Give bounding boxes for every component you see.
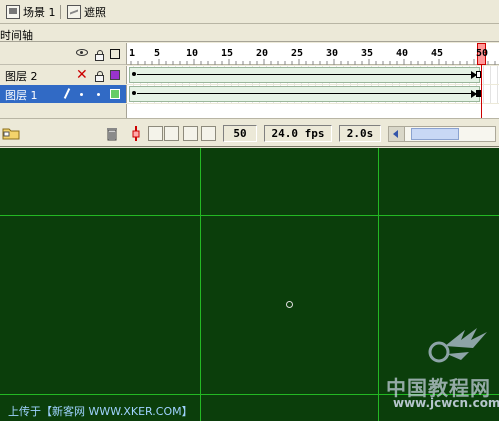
ruler-ticks [130,59,496,65]
lock-icon[interactable] [95,50,104,61]
keyframe-dot[interactable] [132,91,136,95]
layer-1-frames[interactable] [126,85,499,103]
timeline-title[interactable]: 时间轴 [0,27,33,43]
tab-symbol-mask[interactable]: 遮照 [67,4,106,20]
upload-credit: 上传于【新客网 WWW.XKER.COM】 [8,405,193,418]
ruler-label: 30 [326,48,339,59]
edit-multiple-frames-icon[interactable] [183,126,198,141]
ruler-label: 5 [154,48,161,59]
trash-icon[interactable] [105,126,120,141]
scene-icon [6,5,20,19]
scroll-thumb[interactable] [411,128,459,140]
guide-line-horizontal [0,215,499,216]
visibility-dot-icon[interactable] [80,93,83,96]
ruler-label: 45 [431,48,444,59]
layer-name[interactable]: 图层 1 [5,87,38,103]
guide-line-vertical [378,148,379,421]
ruler-label: 35 [361,48,374,59]
ruler-label: 40 [396,48,409,59]
registration-point-icon[interactable] [286,301,293,308]
timeline-scrollbar[interactable] [388,126,496,142]
add-layer-folder-icon[interactable] [2,126,20,141]
layer-list-empty [0,104,126,118]
photo-icon [67,5,81,19]
center-frame-icon[interactable] [130,126,145,141]
timeline-status-bar: 50 24.0 fps 2.0s [0,118,499,147]
outline-icon[interactable] [110,49,120,59]
tween-arrow-line [137,93,477,94]
frame-area-empty [126,104,499,118]
tab-separator [60,5,61,19]
keyframe-dot[interactable] [132,72,136,76]
frame-span [129,67,480,83]
watermark-url: www.jcwcn.com [393,396,499,410]
watermark-logo [428,328,487,363]
pencil-icon [63,88,71,99]
current-frame-display: 50 [223,125,257,142]
frame-rate-display[interactable]: 24.0 fps [264,125,332,142]
tab-scene-1[interactable]: 场景 1 [6,4,56,20]
tab-scene-label: 场景 1 [23,6,56,19]
layer-row-2[interactable]: 图层 2 ✕ [0,66,126,84]
stage-canvas[interactable]: 中国教程网 www.jcwcn.com 上传于【新客网 WWW.XKER.COM… [0,148,499,421]
guide-line-vertical [200,148,201,421]
ruler-label: 10 [186,48,199,59]
frame-span [129,86,480,102]
tab-symbol-label: 遮照 [84,6,106,19]
onion-skin-outline-icon[interactable] [164,126,179,141]
eye-icon[interactable] [76,49,88,56]
lock-dot-icon[interactable] [97,93,100,96]
hidden-x-icon[interactable]: ✕ [76,68,88,82]
layer-header [0,43,126,65]
ruler-label: 1 [129,48,136,59]
elapsed-time-display: 2.0s [339,125,381,142]
scene-tab-bar: 场景 1 遮照 [0,0,499,24]
layer-name[interactable]: 图层 2 [5,68,38,84]
layer-row-1[interactable]: 图层 1 [0,85,126,103]
scroll-left-arrow-icon[interactable] [389,127,405,141]
layer-color-swatch[interactable] [110,70,120,80]
ruler-label: 20 [256,48,269,59]
playhead-frame-number: 50 [476,48,489,59]
layer-2-frames[interactable] [126,66,499,84]
onion-skin-icon[interactable] [148,126,163,141]
ruler-label: 15 [221,48,234,59]
lock-icon[interactable] [95,71,104,82]
ruler-label: 25 [291,48,304,59]
layer-color-swatch[interactable] [110,89,120,99]
tween-arrow-line [137,74,477,75]
modify-onion-markers-icon[interactable] [201,126,216,141]
timeline-header: 时间轴 [0,25,499,42]
frame-ruler[interactable]: 1 5 10 15 20 25 30 35 40 45 [126,43,499,65]
